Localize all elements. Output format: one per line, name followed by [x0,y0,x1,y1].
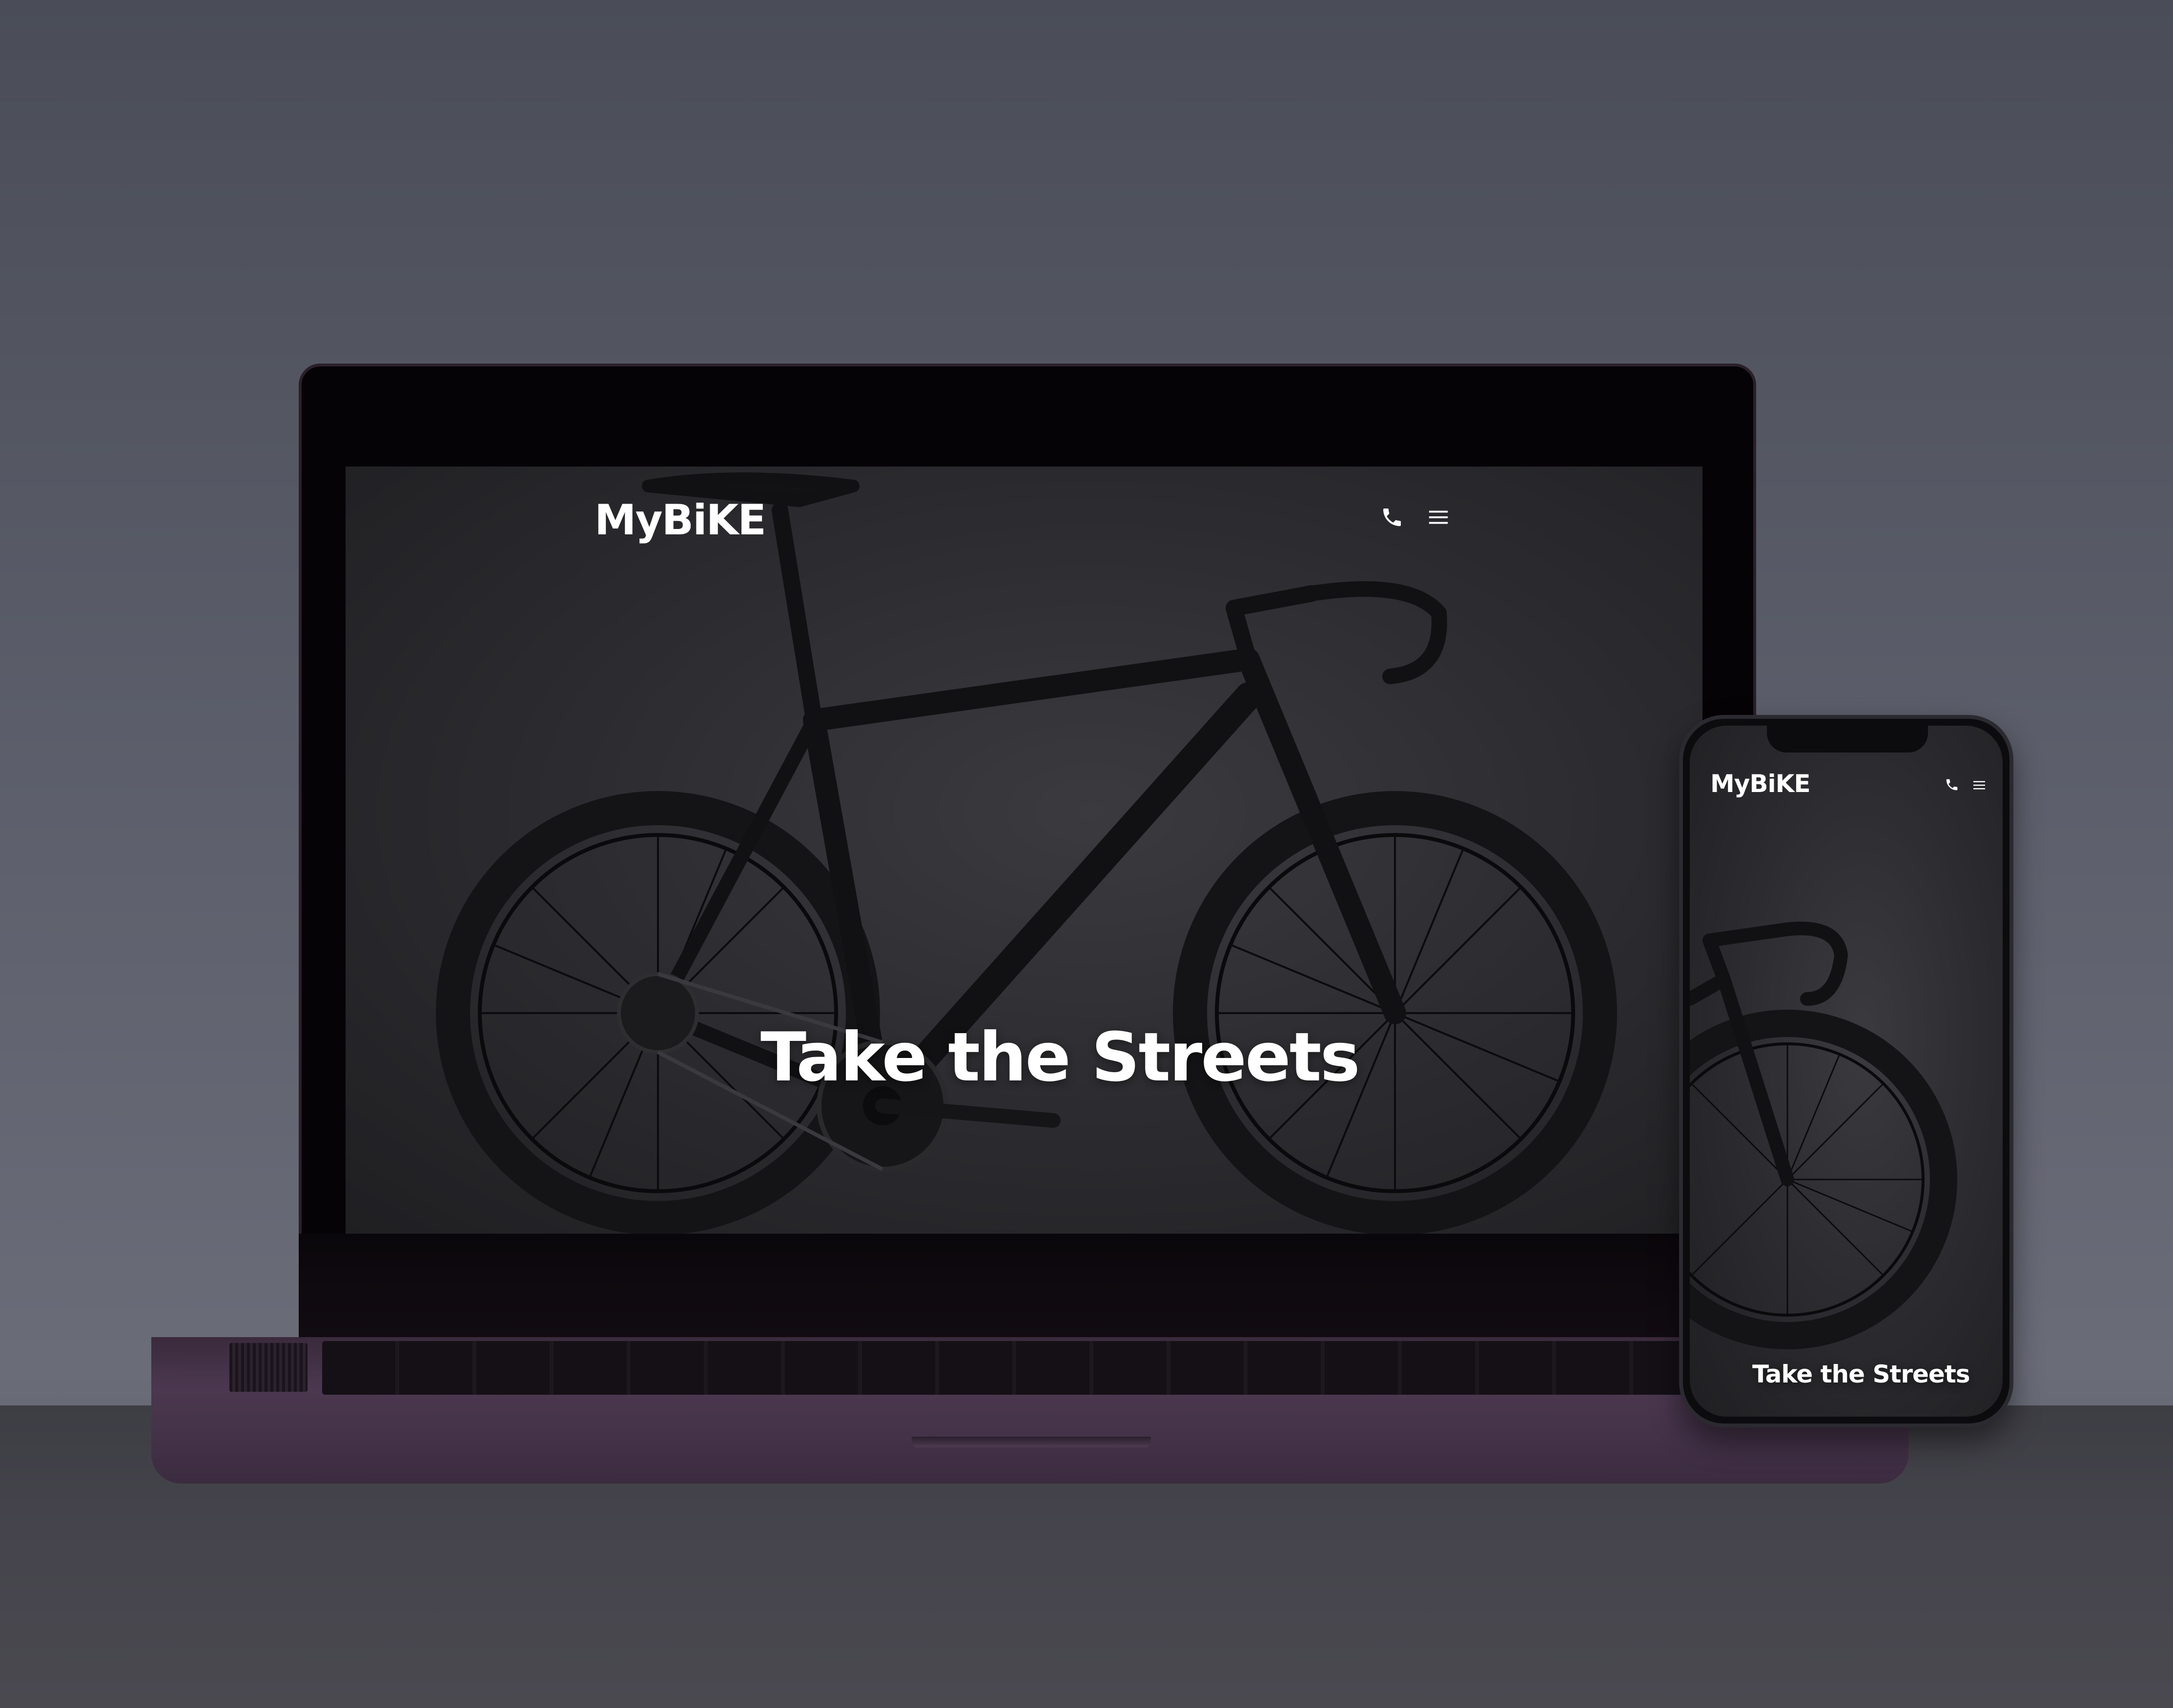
hero-headline: Take the Streets [760,1018,1360,1097]
phone-notch [1767,722,1928,752]
mobile-hamburger-menu-icon[interactable] [1972,779,1987,791]
speaker-grille-left [229,1343,308,1392]
hamburger-menu-icon[interactable] [1427,508,1450,527]
mobile-bicycle-image [1690,921,1957,1349]
mockup-scene: MyBiKE Take the Streets MyBiKE Take the … [0,0,2173,1708]
bicycle-image [436,472,1617,1234]
laptop-keyboard [322,1341,1738,1395]
desktop-website-screen: MyBiKE Take the Streets [346,467,1702,1234]
mobile-brand-logo[interactable]: MyBiKE [1710,770,1810,798]
brand-logo[interactable]: MyBiKE [594,496,766,545]
laptop-opening-notch [912,1437,1151,1447]
mobile-hero-headline: Take the Streets [1752,1360,1970,1388]
laptop-bezel-bottom [299,1234,1756,1341]
mobile-hero-section: MyBiKE Take the Streets [1690,726,2003,1417]
hero-section: MyBiKE Take the Streets [346,467,1702,1234]
phone-icon[interactable] [1380,506,1404,529]
mobile-phone-icon[interactable] [1945,777,1959,792]
mobile-website-screen: MyBiKE Take the Streets [1690,726,2003,1417]
